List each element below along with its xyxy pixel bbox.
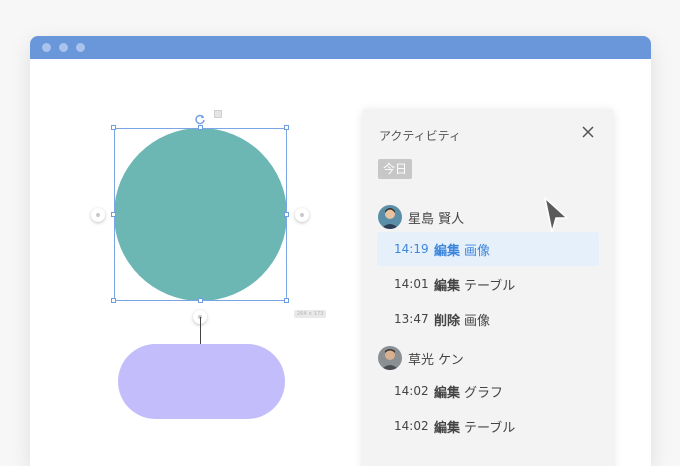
entry-time: 13:47 — [394, 312, 429, 326]
entry-action: 編集 — [434, 385, 461, 401]
connector-knob-right[interactable] — [295, 208, 309, 222]
size-label: 264 × 173 — [294, 310, 327, 318]
activity-entry[interactable]: 13:47 削除 画像 — [377, 302, 599, 336]
entry-action: 編集 — [434, 278, 461, 294]
activity-entry[interactable]: 14:02 編集 グラフ — [377, 374, 599, 408]
user-row: 星島 賢人 — [378, 205, 464, 229]
resize-handle-w[interactable] — [111, 212, 116, 217]
window-close-dot[interactable] — [42, 43, 51, 52]
avatar — [378, 346, 402, 370]
resize-handle-sw[interactable] — [111, 298, 116, 303]
entry-action: 編集 — [434, 420, 461, 436]
activity-panel: アクティビティ 今日 星島 賢人 14:19 編集 画像 14:01 編集 テー… — [363, 109, 613, 466]
entry-action: 編集 — [434, 243, 461, 259]
entry-time: 14:02 — [394, 419, 429, 433]
activity-entry[interactable]: 14:19 編集 画像 — [377, 232, 599, 266]
lock-icon[interactable] — [214, 110, 222, 118]
pill-shape[interactable] — [118, 344, 285, 419]
user-name: 星島 賢人 — [408, 211, 465, 227]
app-window: 264 × 173 アクティビティ 今日 星島 賢人 14:19 編集 画像 1… — [30, 36, 651, 466]
avatar — [378, 205, 402, 229]
resize-handle-ne[interactable] — [284, 125, 289, 130]
user-row: 草光 ケン — [378, 346, 464, 370]
entry-time: 14:02 — [394, 384, 429, 398]
connector-knob-left[interactable] — [91, 208, 105, 222]
resize-handle-e[interactable] — [284, 212, 289, 217]
user-name: 草光 ケン — [408, 352, 464, 368]
entry-target: テーブル — [464, 420, 516, 436]
resize-handle-se[interactable] — [284, 298, 289, 303]
date-badge: 今日 — [378, 159, 413, 179]
resize-handle-n[interactable] — [198, 125, 203, 130]
entry-target: 画像 — [464, 243, 491, 259]
close-icon[interactable] — [581, 125, 595, 139]
window-titlebar — [30, 36, 651, 59]
rotate-icon[interactable] — [194, 113, 206, 125]
entry-target: グラフ — [464, 385, 504, 401]
editor-canvas[interactable]: 264 × 173 アクティビティ 今日 星島 賢人 14:19 編集 画像 1… — [30, 59, 651, 466]
panel-title: アクティビティ — [379, 129, 461, 143]
entry-target: 画像 — [464, 313, 491, 329]
entry-time: 14:19 — [394, 242, 429, 256]
activity-entry[interactable]: 14:01 編集 テーブル — [377, 267, 599, 301]
mouse-pointer-icon — [544, 197, 568, 233]
activity-entry[interactable]: 14:02 編集 テーブル — [377, 409, 599, 443]
connector-line[interactable] — [200, 317, 201, 345]
window-maximize-dot[interactable] — [76, 43, 85, 52]
entry-time: 14:01 — [394, 277, 429, 291]
resize-handle-nw[interactable] — [111, 125, 116, 130]
window-minimize-dot[interactable] — [59, 43, 68, 52]
entry-target: テーブル — [464, 278, 516, 294]
resize-handle-s[interactable] — [198, 298, 203, 303]
entry-action: 削除 — [434, 313, 461, 329]
selection-box — [114, 128, 287, 301]
